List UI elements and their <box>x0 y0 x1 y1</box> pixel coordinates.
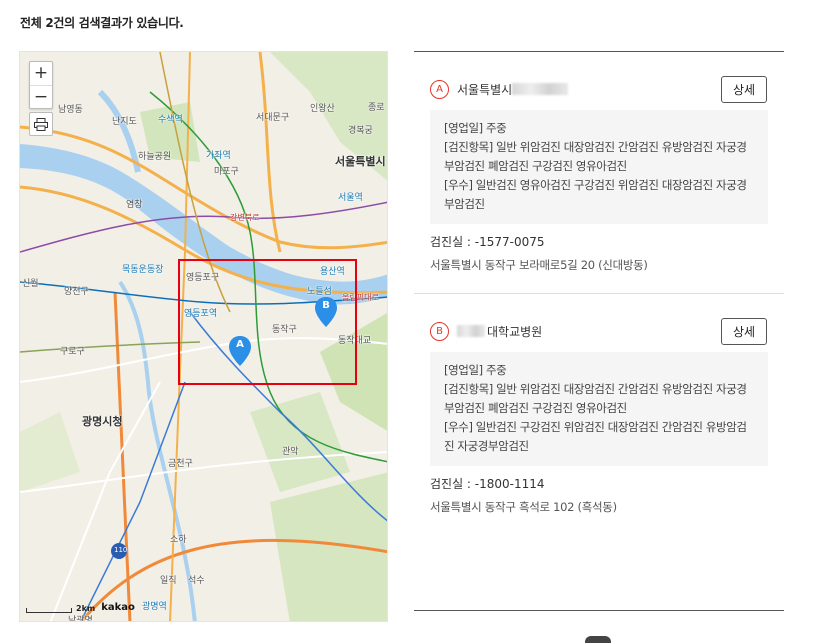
map-marker-b[interactable]: B <box>315 297 337 327</box>
map-label: 수색역 <box>158 115 183 125</box>
map-label: 광명시청 <box>82 415 123 428</box>
map-label: 인왕산 <box>310 104 335 114</box>
result-letter: B <box>430 321 449 341</box>
zoom-control: + − <box>29 61 53 109</box>
masked-text <box>457 325 485 337</box>
scale-bar: 2km kakao <box>26 602 135 613</box>
checkup-items: [검진항목] 일반 위암검진 대장암검진 간암검진 유방암검진 자궁경부암검진 … <box>444 140 747 173</box>
map-label: 서울특별시 <box>335 155 386 168</box>
zoom-out-button[interactable]: − <box>30 85 52 108</box>
result-list: A 서울특별시 상세 [영업일] 주중 [검진항목] 일반 위암검진 대장암검진… <box>414 51 784 611</box>
map-label: 광명역 <box>142 602 167 612</box>
marker-letter: A <box>236 339 244 350</box>
detail-button[interactable]: 상세 <box>721 317 767 345</box>
map-label: 소하 <box>170 535 187 545</box>
scale-text: 2km <box>76 604 96 613</box>
map-label: 가좌역 <box>206 151 231 161</box>
detail-button[interactable]: 상세 <box>721 75 767 103</box>
map[interactable]: + − 남영동 난지도 수색역 하늘공원 가좌역 마포구 서울특별시 서울역 인… <box>19 51 388 622</box>
result-item-a: A 서울특별시 상세 [영업일] 주중 [검진항목] 일반 위암검진 대장암검진… <box>414 72 784 294</box>
map-marker-a[interactable]: A <box>229 336 251 366</box>
result-name[interactable]: 대학교병원 <box>457 323 542 340</box>
result-item-b: B 대학교병원 상세 [영업일] 주중 [검진항목] 일반 위암검진 대장암검진… <box>414 314 784 611</box>
phone-number: 검진실 : -1577-0075 <box>430 235 545 249</box>
address: 서울특별시 동작구 보라매로5길 20 (신대방동) <box>430 258 648 272</box>
excellent-items: [우수] 일반검진 구강검진 위암검진 대장암검진 간암검진 유방암검진 자궁경… <box>444 420 747 453</box>
map-label: 금천구 <box>168 459 193 469</box>
business-days: [영업일] 주중 <box>444 363 507 377</box>
map-label: 서울역 <box>338 193 363 203</box>
business-days: [영업일] 주중 <box>444 121 507 135</box>
printer-icon <box>34 117 48 131</box>
map-label: 경복궁 <box>348 126 373 136</box>
result-info-box: [영업일] 주중 [검진항목] 일반 위암검진 대장암검진 간암검진 유방암검진… <box>430 352 768 466</box>
map-label: 하늘공원 <box>138 152 172 162</box>
result-info-box: [영업일] 주중 [검진항목] 일반 위암검진 대장암검진 간암검진 유방암검진… <box>430 110 768 224</box>
map-label: 남영동 <box>58 105 83 115</box>
address: 서울특별시 동작구 흑석로 102 (흑석동) <box>430 500 617 514</box>
map-label: 구로구 <box>60 347 85 357</box>
result-count: 전체 2건의 검색결과가 있습니다. <box>20 16 184 30</box>
map-label: 마포구 <box>214 167 239 177</box>
checkup-items: [검진항목] 일반 위암검진 대장암검진 간암검진 유방암검진 자궁경부암검진 … <box>444 382 747 415</box>
map-label: 양천구 <box>64 287 89 297</box>
phone-number: 검진실 : -1800-1114 <box>430 477 545 491</box>
map-label: 석수 <box>188 576 205 586</box>
masked-text <box>512 83 569 95</box>
result-name[interactable]: 서울특별시 <box>457 81 569 98</box>
map-label: 목동운동장 <box>122 265 164 275</box>
map-label: 서대문구 <box>256 113 290 123</box>
marker-letter: B <box>322 300 330 311</box>
map-label: 강변북로 <box>230 213 260 222</box>
map-label: 종로 <box>368 103 385 113</box>
print-button[interactable] <box>29 112 53 136</box>
map-label: 관악 <box>282 447 299 457</box>
excellent-items: [우수] 일반검진 영유아검진 구강검진 위암검진 대장암검진 자궁경부암검진 <box>444 178 747 211</box>
map-label: 난지도 <box>112 117 137 127</box>
map-label: 일직 <box>160 576 177 586</box>
map-label: 신월 <box>22 279 39 289</box>
result-name-text: 대학교병원 <box>487 324 543 339</box>
highway-number: 110 <box>114 546 128 554</box>
map-provider-logo: kakao <box>101 602 135 613</box>
zoom-in-button[interactable]: + <box>30 62 52 85</box>
result-letter: A <box>430 79 449 99</box>
map-label: 남광명 <box>68 616 93 622</box>
result-name-text: 서울특별시 <box>457 82 513 97</box>
map-label: 염창 <box>126 200 143 210</box>
pagination-indicator[interactable] <box>585 636 611 643</box>
scale-line <box>26 608 72 613</box>
